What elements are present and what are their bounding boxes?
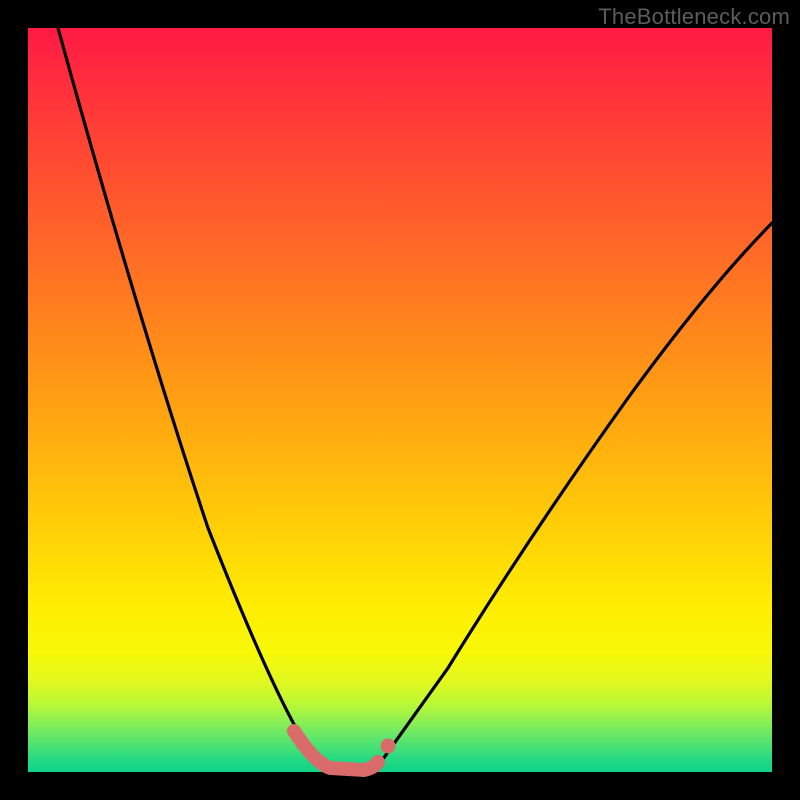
marker-dot <box>381 739 396 754</box>
curve-right-arm <box>378 223 772 766</box>
optimal-range-marker <box>294 731 378 770</box>
bottleneck-curve <box>28 28 772 772</box>
curve-left-arm <box>58 28 328 768</box>
chart-frame: TheBottleneck.com <box>0 0 800 800</box>
watermark-text: TheBottleneck.com <box>598 4 790 30</box>
plot-area <box>28 28 772 772</box>
